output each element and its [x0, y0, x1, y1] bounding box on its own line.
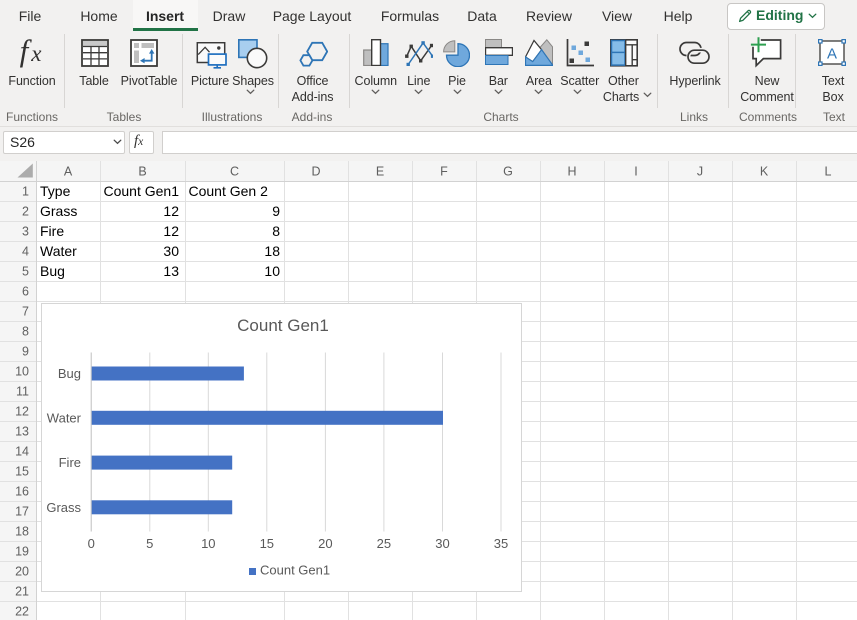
svg-text:Type: Type	[40, 183, 71, 199]
svg-text:13: 13	[15, 425, 29, 439]
svg-text:E: E	[376, 165, 384, 179]
svg-text:Count Gen1: Count Gen1	[104, 183, 180, 199]
svg-text:5: 5	[22, 265, 29, 279]
svg-text:H: H	[567, 165, 576, 179]
svg-text:6: 6	[22, 285, 29, 299]
svg-text:12: 12	[163, 223, 179, 239]
svg-text:20: 20	[15, 565, 29, 579]
svg-text:10: 10	[15, 365, 29, 379]
svg-text:18: 18	[264, 243, 280, 259]
svg-text:2: 2	[22, 205, 29, 219]
svg-text:Fire: Fire	[59, 455, 81, 470]
svg-text:7: 7	[22, 305, 29, 319]
svg-text:10: 10	[201, 536, 215, 551]
svg-text:D: D	[311, 165, 320, 179]
svg-text:8: 8	[272, 223, 280, 239]
svg-text:4: 4	[22, 245, 29, 259]
svg-text:35: 35	[494, 536, 508, 551]
svg-text:Bug: Bug	[58, 366, 81, 381]
svg-text:8: 8	[22, 325, 29, 339]
svg-text:0: 0	[88, 536, 95, 551]
svg-text:Water: Water	[47, 410, 82, 425]
svg-text:21: 21	[15, 585, 29, 599]
svg-text:30: 30	[163, 243, 179, 259]
svg-text:11: 11	[16, 385, 29, 399]
svg-text:I: I	[634, 165, 637, 179]
svg-text:5: 5	[146, 536, 153, 551]
svg-text:J: J	[697, 165, 703, 179]
svg-text:A: A	[826, 46, 836, 63]
svg-text:A: A	[64, 165, 73, 179]
svg-text:15: 15	[15, 465, 29, 479]
svg-text:15: 15	[260, 536, 274, 551]
svg-text:Grass: Grass	[46, 500, 81, 515]
svg-text:22: 22	[15, 605, 29, 619]
svg-text:Bug: Bug	[40, 263, 65, 279]
svg-text:25: 25	[377, 536, 391, 551]
svg-text:Fire: Fire	[40, 223, 64, 239]
svg-text:12: 12	[163, 203, 179, 219]
svg-text:19: 19	[15, 545, 29, 559]
svg-text:13: 13	[163, 263, 179, 279]
svg-text:Count Gen 2: Count Gen 2	[189, 183, 269, 199]
svg-text:B: B	[138, 165, 146, 179]
svg-text:3: 3	[22, 225, 29, 239]
svg-text:9: 9	[272, 203, 280, 219]
svg-text:10: 10	[264, 263, 280, 279]
svg-text:Water: Water	[40, 243, 77, 259]
svg-text:9: 9	[22, 345, 29, 359]
svg-text:L: L	[825, 165, 832, 179]
svg-text:Count Gen1: Count Gen1	[237, 316, 329, 335]
svg-text:K: K	[760, 165, 769, 179]
svg-text:18: 18	[15, 525, 29, 539]
svg-text:Count Gen1: Count Gen1	[260, 563, 330, 578]
svg-text:30: 30	[435, 536, 449, 551]
svg-text:1: 1	[22, 185, 29, 199]
svg-text:G: G	[503, 165, 513, 179]
svg-text:12: 12	[15, 405, 29, 419]
svg-text:F: F	[440, 165, 448, 179]
svg-text:14: 14	[15, 445, 29, 459]
svg-text:C: C	[230, 165, 239, 179]
svg-text:Grass: Grass	[40, 203, 77, 219]
svg-text:17: 17	[15, 505, 29, 519]
svg-text:16: 16	[15, 485, 29, 499]
svg-text:20: 20	[318, 536, 332, 551]
